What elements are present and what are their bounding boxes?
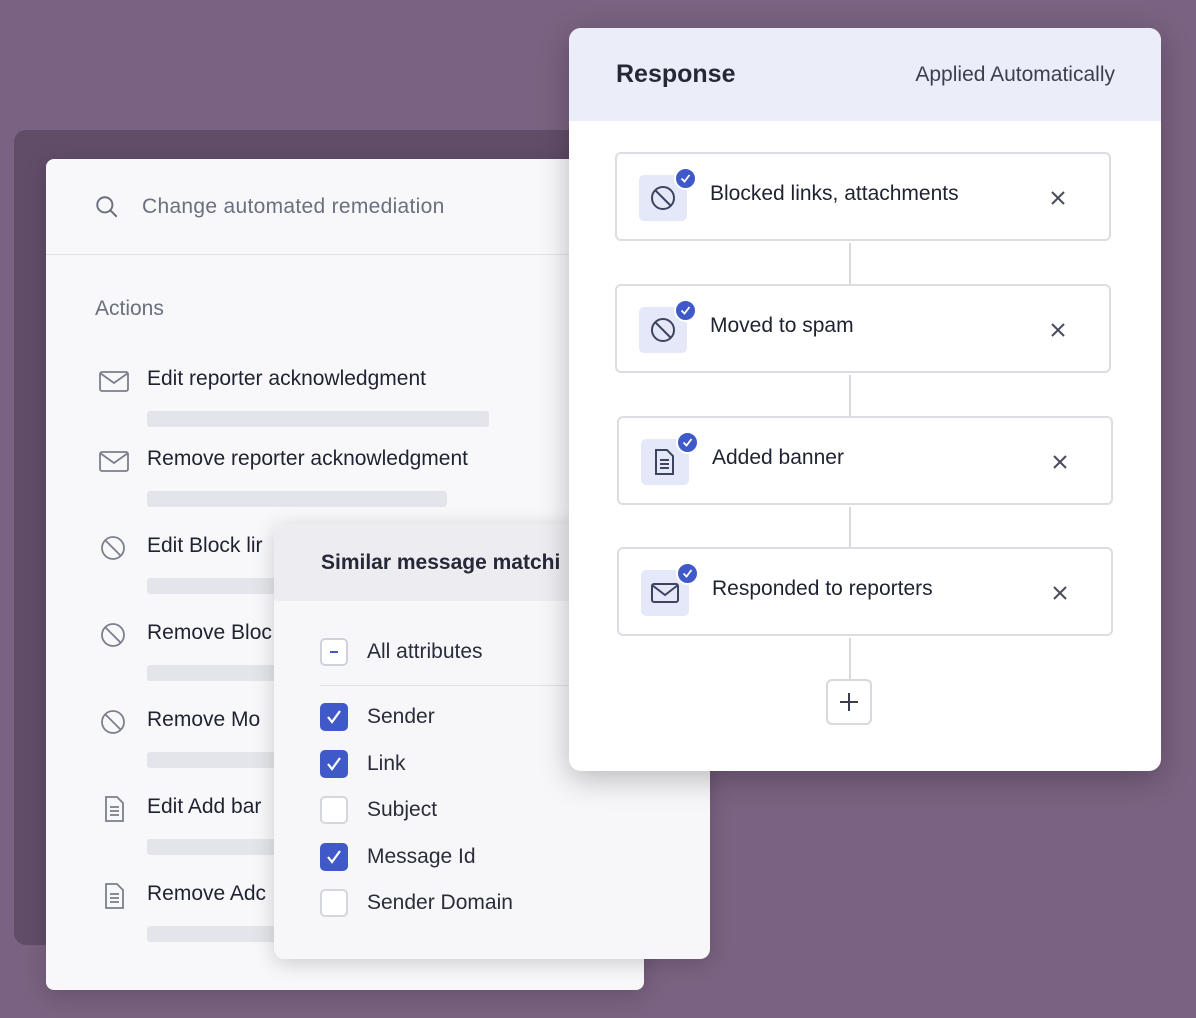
close-icon[interactable] [1049,582,1071,604]
add-step-button[interactable] [826,679,872,725]
applied-check-badge [674,299,697,322]
step-label: Added banner [712,446,844,469]
applied-check-badge [674,167,697,190]
response-title: Response [616,60,736,88]
applied-check-badge [676,431,699,454]
subject-checkbox[interactable] [320,796,348,824]
attribute-label: Message Id [367,845,476,868]
attribute-row-sender[interactable]: Sender [320,701,435,733]
action-label: Edit Block lir [147,534,263,557]
action-label: Edit Add bar [147,795,262,818]
step-connector [849,507,851,549]
check-icon [327,757,341,771]
attribute-row-link[interactable]: Link [320,748,406,780]
placeholder-bar [147,491,447,507]
check-icon [680,306,691,315]
step-label: Responded to reporters [712,577,933,600]
plus-icon [840,693,858,711]
actions-heading: Actions [95,297,164,320]
attribute-label: Sender [367,705,435,728]
mail-icon [99,371,129,392]
response-panel: Response Applied Automatically Blocked l… [569,28,1161,771]
attribute-row-subject[interactable]: Subject [320,794,437,826]
attribute-label: Link [367,752,406,775]
response-step-responded-to-reporters[interactable]: Responded to reporters [617,547,1113,636]
close-icon[interactable] [1049,451,1071,473]
all-attributes-row[interactable]: All attributes [320,636,483,668]
link-checkbox[interactable] [320,750,348,778]
step-connector [849,638,851,680]
attribute-label: Sender Domain [367,891,513,914]
applied-check-badge [676,562,699,585]
step-connector [849,243,851,285]
document-icon [655,449,674,475]
close-icon[interactable] [1047,187,1069,209]
all-attributes-checkbox[interactable] [320,638,348,666]
check-icon [682,438,693,447]
sender-checkbox[interactable] [320,703,348,731]
action-label: Edit reporter acknowledgment [147,367,426,390]
attribute-row-sender-domain[interactable]: Sender Domain [320,887,513,919]
message-id-checkbox[interactable] [320,843,348,871]
step-connector [849,375,851,417]
block-icon [101,623,125,647]
response-header: Response Applied Automatically [569,28,1161,121]
document-icon [105,883,124,909]
response-step-moved-to-spam[interactable]: Moved to spam [615,284,1111,373]
action-label: Remove reporter acknowledgment [147,447,468,470]
step-label: Blocked links, attachments [710,182,959,205]
response-step-added-banner[interactable]: Added banner [617,416,1113,505]
action-label: Remove Bloc [147,621,272,644]
close-icon[interactable] [1047,319,1069,341]
block-icon [651,186,675,210]
placeholder-bar [147,411,489,427]
response-step-blocked-links[interactable]: Blocked links, attachments [615,152,1111,241]
action-label: Remove Mo [147,708,261,731]
applied-automatically-label: Applied Automatically [915,62,1115,86]
block-icon [101,710,125,734]
minus-icon [330,651,338,653]
check-icon [327,850,341,864]
sender-domain-checkbox[interactable] [320,889,348,917]
all-attributes-label: All attributes [367,640,483,663]
search-icon [96,195,118,217]
search-input[interactable]: Change automated remediation [142,195,445,219]
step-label: Moved to spam [710,314,854,337]
mail-icon [99,451,129,472]
block-icon [101,536,125,560]
action-label: Remove Adc [147,882,267,905]
search-bar[interactable]: Change automated remediation [46,159,644,255]
attribute-label: Subject [367,798,438,821]
block-icon [651,318,675,342]
document-icon [105,796,124,822]
check-icon [327,710,341,724]
check-icon [680,174,691,183]
attribute-row-message-id[interactable]: Message Id [320,841,476,873]
mail-icon [651,583,679,603]
check-icon [682,569,693,578]
